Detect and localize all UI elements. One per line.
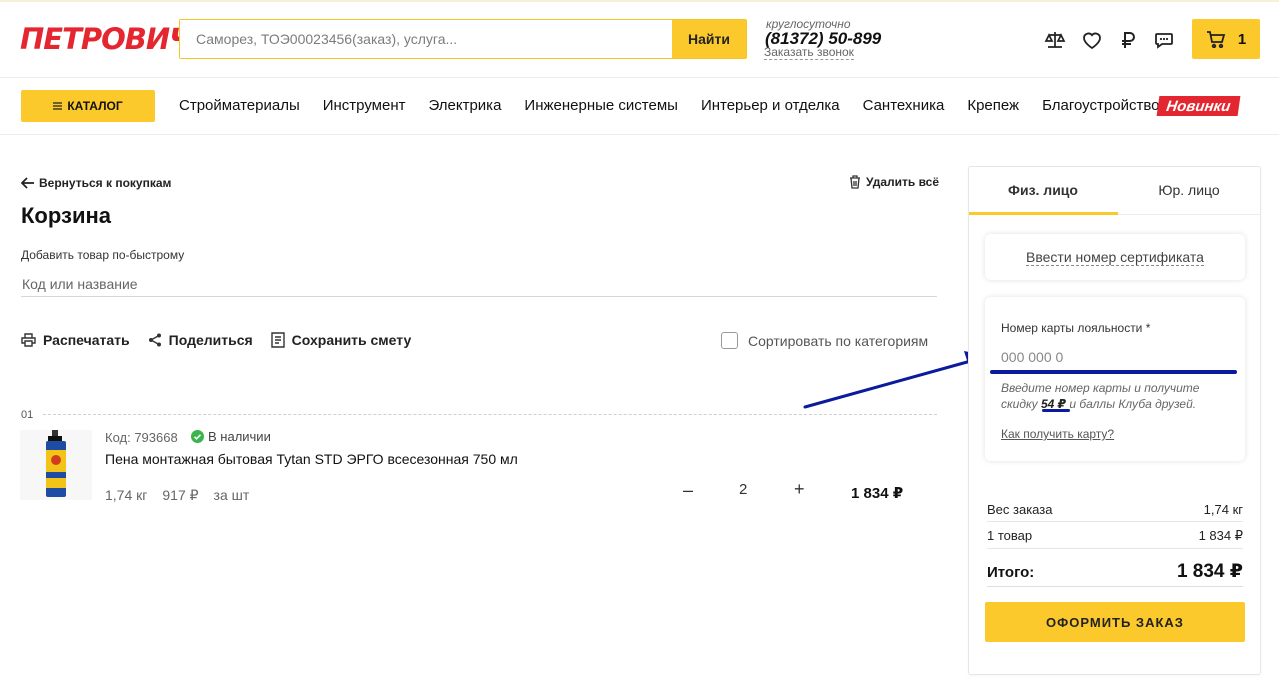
stock-label: В наличии — [208, 429, 271, 444]
place-order-button[interactable]: ОФОРМИТЬ ЗАКАЗ — [985, 602, 1245, 642]
line-total: 1 834 ₽ — [851, 485, 904, 502]
nav-item-landscaping[interactable]: Благоустройство — [1042, 97, 1159, 114]
save-estimate-label: Сохранить смету — [291, 332, 412, 348]
stock-status: В наличии — [191, 429, 271, 444]
quantity-increase-button[interactable]: + — [794, 479, 805, 500]
order-weight-label: Вес заказа — [987, 502, 1053, 517]
nav-item-fasteners[interactable]: Крепеж — [967, 97, 1019, 114]
tab-individual[interactable]: Физ. лицо — [969, 182, 1117, 198]
back-label: Вернуться к покупкам — [39, 176, 172, 190]
product-image[interactable] — [20, 430, 92, 500]
nav-item-electrics[interactable]: Электрика — [428, 97, 501, 114]
nav-divider — [0, 134, 1279, 135]
arrow-left-icon — [21, 177, 34, 189]
annotation-underline — [990, 370, 1237, 374]
loyalty-label: Номер карты лояльности * — [1001, 321, 1151, 335]
logo[interactable]: ПЕТРОВИЧ — [20, 22, 193, 56]
total-row: Итого: 1 834 ₽ — [987, 560, 1243, 587]
search-button[interactable]: Найти — [672, 20, 746, 58]
total-label: Итого: — [987, 564, 1035, 581]
nav-item-engineering[interactable]: Инженерные системы — [524, 97, 678, 114]
new-items-badge[interactable]: Новинки — [1156, 96, 1241, 116]
back-to-shopping-link[interactable]: Вернуться к покупкам — [21, 176, 171, 190]
header-divider — [0, 77, 1279, 78]
delete-all-button[interactable]: Удалить всё — [849, 175, 939, 189]
main-nav: Стройматериалы Инструмент Электрика Инже… — [179, 97, 1182, 114]
share-button[interactable]: Поделиться — [148, 332, 253, 348]
product-code: Код: 793668 — [105, 430, 178, 445]
order-weight-row: Вес заказа 1,74 кг — [987, 502, 1243, 522]
cart-count: 1 — [1237, 30, 1247, 48]
product-unit: за шт — [213, 487, 250, 503]
nav-item-tools[interactable]: Инструмент — [323, 97, 406, 114]
cart-icon — [1206, 31, 1226, 48]
catalog-label: КАТАЛОГ — [67, 99, 123, 113]
printer-icon — [21, 333, 36, 347]
save-estimate-button[interactable]: Сохранить смету — [270, 332, 412, 348]
items-count-label: 1 товар — [987, 528, 1033, 543]
sort-checkbox[interactable] — [721, 332, 738, 349]
how-to-get-card-link[interactable]: Как получить карту? — [1001, 427, 1114, 441]
quick-add-label: Добавить товар по-быстрому — [21, 248, 185, 262]
order-weight-value: 1,74 кг — [1203, 502, 1243, 517]
page-title: Корзина — [21, 203, 111, 228]
product-weight: 1,74 кг — [105, 487, 148, 503]
nav-item-building-materials[interactable]: Стройматериалы — [179, 97, 300, 114]
items-count-value: 1 834 ₽ — [1198, 528, 1243, 543]
document-icon — [270, 332, 285, 348]
check-circle-icon — [191, 430, 204, 443]
search-input[interactable] — [180, 20, 672, 58]
cart-button[interactable]: 1 — [1192, 19, 1260, 59]
tab-legal-entity[interactable]: Юр. лицо — [1115, 182, 1263, 198]
product-meta: 1,74 кг 917 ₽ за шт — [105, 487, 249, 504]
heart-icon[interactable] — [1081, 29, 1103, 51]
nav-item-interior[interactable]: Интерьер и отделка — [701, 97, 840, 114]
share-icon — [148, 333, 161, 347]
compare-scale-icon[interactable] — [1044, 29, 1066, 51]
search-bar: Найти — [179, 19, 747, 59]
certificate-card: Ввести номер сертификата — [985, 234, 1245, 280]
product-name[interactable]: Пена монтажная бытовая Tytan STD ЭРГО вс… — [105, 451, 518, 467]
callback-link[interactable]: Заказать звонок — [764, 45, 854, 60]
delete-all-label: Удалить всё — [866, 175, 940, 189]
items-count-row: 1 товар 1 834 ₽ — [987, 528, 1243, 549]
menu-icon — [53, 102, 63, 110]
enter-certificate-link[interactable]: Ввести номер сертификата — [1026, 249, 1204, 266]
group-number: 01 — [21, 409, 34, 421]
print-button[interactable]: Распечатать — [21, 332, 130, 348]
cart-actions: Распечатать Поделиться Сохранить смету — [21, 332, 411, 348]
quick-add-input[interactable] — [21, 272, 937, 297]
loyalty-hint-text-2: и баллы Клуба друзей. — [1069, 397, 1197, 411]
trash-icon — [850, 175, 860, 189]
ruble-icon[interactable] — [1117, 29, 1139, 51]
catalog-button[interactable]: КАТАЛОГ — [21, 90, 155, 122]
quantity-decrease-button[interactable]: – — [683, 480, 693, 501]
quantity-value[interactable]: 2 — [739, 481, 747, 498]
product-price: 917 ₽ — [162, 487, 199, 503]
loyalty-card-input[interactable] — [1001, 344, 1229, 370]
chat-icon[interactable] — [1153, 29, 1175, 51]
active-tab-indicator — [969, 212, 1118, 215]
share-label: Поделиться — [168, 332, 253, 348]
loyalty-hint: Введите номер карты и получите скидку 54… — [1001, 380, 1231, 412]
top-border — [0, 0, 1279, 2]
foam-can-image — [46, 430, 66, 497]
annotation-underline-discount — [1042, 409, 1070, 412]
nav-item-plumbing[interactable]: Сантехника — [863, 97, 945, 114]
print-label: Распечатать — [43, 332, 130, 348]
total-value: 1 834 ₽ — [1176, 561, 1243, 582]
